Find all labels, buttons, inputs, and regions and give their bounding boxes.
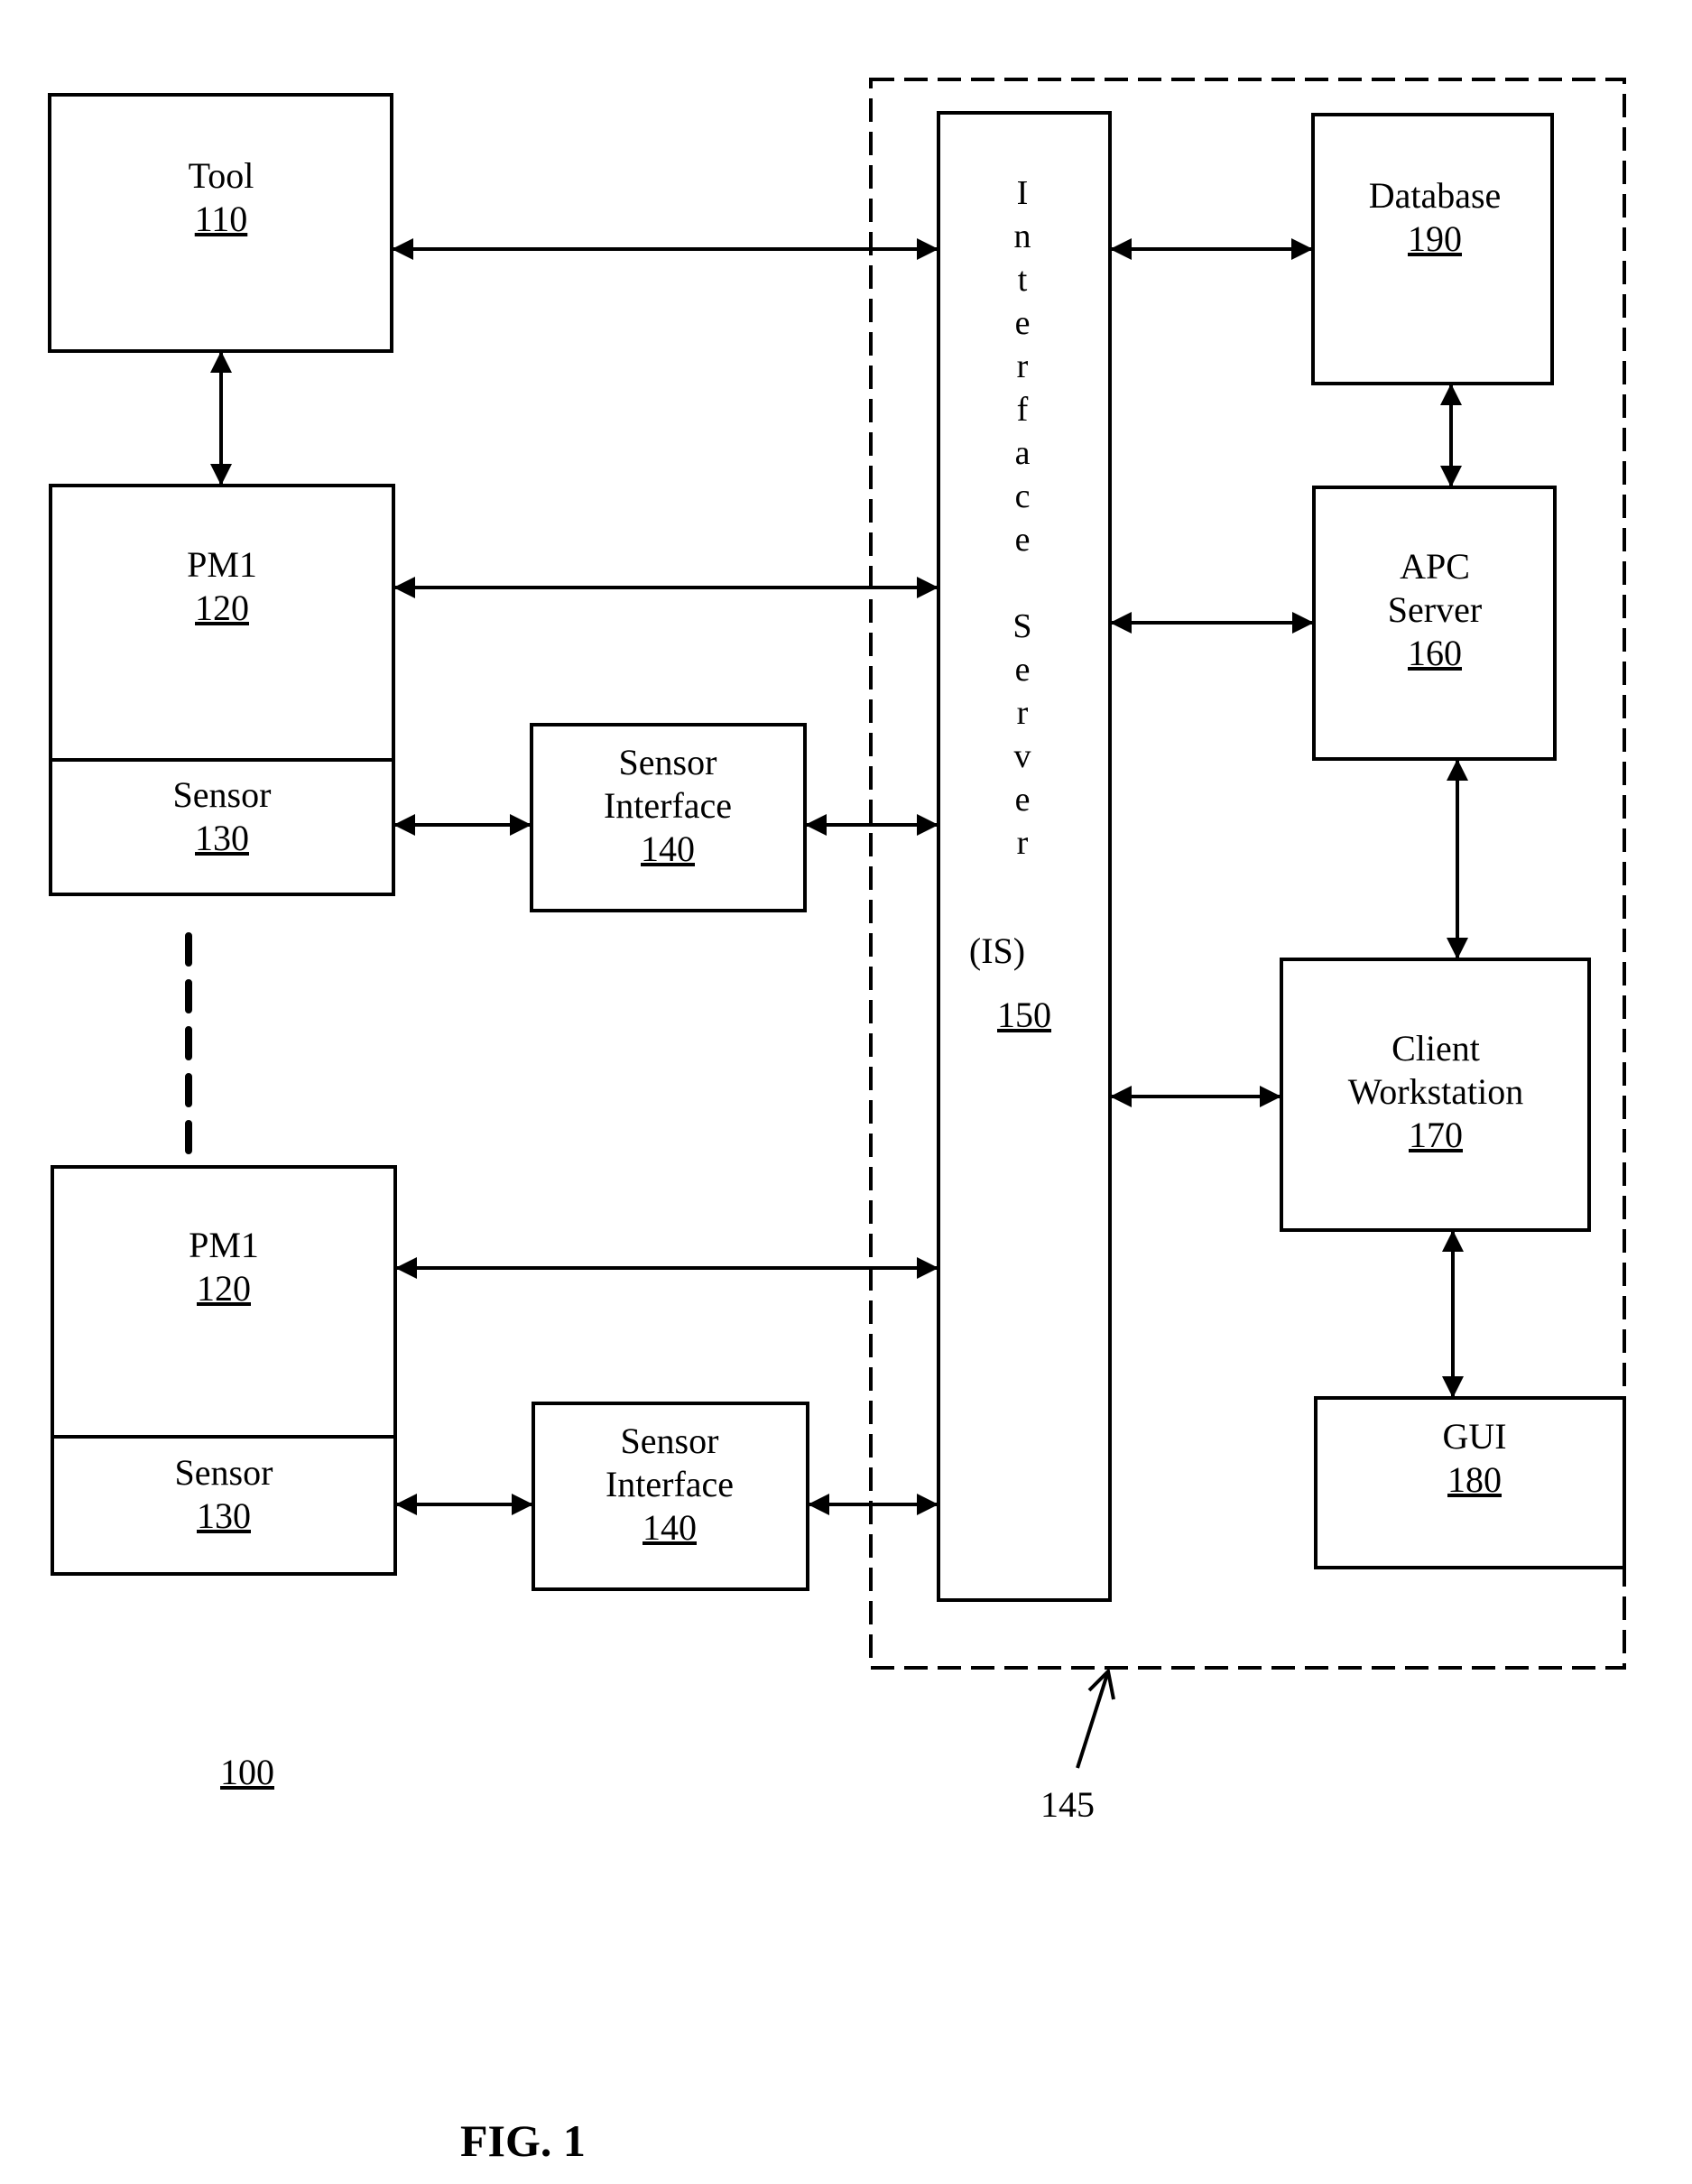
sensor-interface-label-line2: Interface [604, 785, 732, 826]
interface-server-block[interactable]: InterfaceServer (IS) 150 [937, 111, 1112, 1602]
interface-server-letter: r [1017, 694, 1029, 732]
gui-block[interactable]: GUI 180 [1314, 1396, 1626, 1569]
tool-label: Tool [189, 155, 254, 196]
interface-server-letter: S [1012, 607, 1031, 645]
interface-server-letter: I [1017, 174, 1029, 212]
boundary-ref-label: 145 [1040, 1784, 1095, 1825]
sensor-interface-block-lower[interactable]: Sensor Interface 140 [532, 1402, 809, 1591]
interface-server-letter: a [1015, 434, 1031, 472]
client-workstation-block[interactable]: Client Workstation 170 [1280, 958, 1591, 1232]
interface-server-letter: e [1015, 781, 1031, 819]
database-ref: 190 [1408, 218, 1462, 259]
system-ref-label: 100 [220, 1752, 274, 1792]
client-workstation-label-line2: Workstation [1348, 1071, 1524, 1112]
interface-server-abbrev: (IS) [969, 930, 1025, 971]
apc-server-label-line2: Server [1388, 589, 1482, 630]
boundary-leader-arrow [1076, 1667, 1115, 1769]
sensor-interface-ref: 140 [643, 1507, 697, 1548]
sensor-ref: 130 [195, 818, 249, 858]
pm1-ref: 120 [197, 1268, 251, 1309]
sensor-label: Sensor [173, 774, 272, 815]
figure-caption: FIG. 1 [460, 2115, 586, 2166]
interface-server-letter: c [1015, 477, 1031, 515]
interface-server-letter: v [1014, 737, 1031, 775]
interface-server-letter: t [1018, 261, 1028, 299]
system-block-diagram: Tool 110 PM1 120 Sensor 130 Sensor Inter… [48, 78, 1626, 2166]
sensor-ref: 130 [197, 1495, 251, 1536]
client-workstation-label-line1: Client [1392, 1028, 1480, 1069]
gui-label: GUI [1442, 1416, 1506, 1457]
database-label: Database [1369, 175, 1502, 216]
interface-server-ref: 150 [997, 995, 1051, 1035]
connections [210, 238, 1468, 1515]
sensor-interface-block-upper[interactable]: Sensor Interface 140 [530, 723, 807, 912]
interface-server-letter: e [1015, 304, 1031, 342]
pm1-ref: 120 [195, 588, 249, 628]
apc-server-label-line1: APC [1400, 546, 1470, 587]
sensor-interface-label-line1: Sensor [621, 1421, 719, 1461]
interface-server-letter: e [1015, 521, 1031, 559]
sensor-interface-ref: 140 [641, 828, 695, 869]
client-workstation-ref: 170 [1409, 1115, 1463, 1155]
sensor-label: Sensor [175, 1452, 273, 1493]
interface-server-letter: r [1017, 824, 1029, 862]
pm1-label: PM1 [189, 1225, 259, 1265]
sensor-interface-label-line2: Interface [606, 1464, 734, 1504]
apc-server-block[interactable]: APC Server 160 [1312, 486, 1557, 761]
sensor-interface-label-line1: Sensor [619, 742, 717, 782]
interface-server-letter: f [1017, 391, 1029, 429]
tool-block[interactable]: Tool 110 [48, 93, 393, 353]
interface-server-letter: n [1014, 217, 1031, 255]
gui-ref: 180 [1447, 1459, 1502, 1500]
apc-server-ref: 160 [1408, 633, 1462, 673]
pm1-label: PM1 [187, 544, 257, 585]
interface-server-letter: e [1015, 651, 1031, 689]
database-block[interactable]: Database 190 [1311, 113, 1554, 385]
tool-ref: 110 [195, 199, 248, 239]
interface-server-letter: r [1017, 347, 1029, 385]
